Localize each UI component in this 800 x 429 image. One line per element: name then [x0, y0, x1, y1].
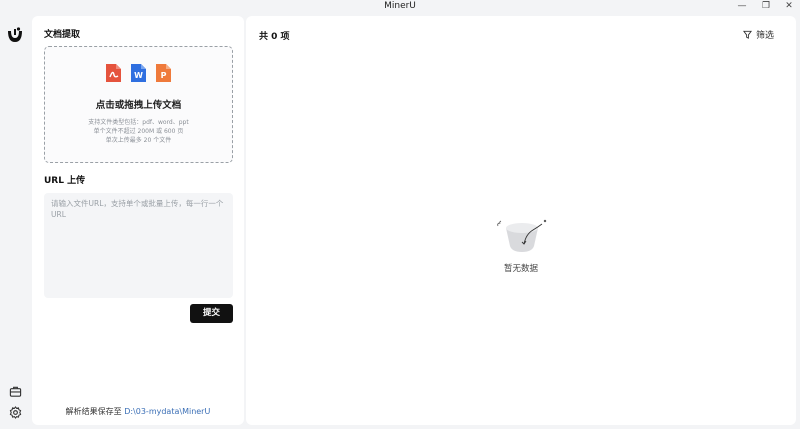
doc-extract-title: 文档提取 [44, 30, 81, 40]
close-button[interactable]: ✕ [778, 0, 800, 12]
url-upload-title: URL 上传 [44, 176, 86, 186]
save-path-line: 解析结果保存至 D:\03-mydata\MinerU [32, 406, 244, 417]
dropzone-hint-count: 单次上传最多 20 个文件 [105, 137, 172, 144]
word-file-icon: W [131, 64, 146, 82]
dropzone-hint-types: 支持文件类型包括：pdf、word、ppt [88, 119, 189, 126]
results-panel: 共 0 项 筛选 暂无数据 [246, 16, 796, 425]
save-path-label: 解析结果保存至 [65, 407, 122, 416]
toolbox-icon[interactable] [9, 385, 22, 398]
filter-button[interactable]: 筛选 [742, 28, 774, 41]
filter-label: 筛选 [755, 31, 774, 41]
url-input[interactable]: 请输入文件URL，支持单个或批量上传，每一行一个URL [44, 193, 233, 298]
word-file-letter: W [134, 71, 143, 80]
empty-state-label: 暂无数据 [503, 264, 538, 274]
ppt-file-icon: P [156, 64, 171, 82]
gear-icon[interactable] [9, 406, 22, 419]
result-count: 共 0 项 [259, 32, 290, 42]
window-title: MinerU [384, 1, 416, 11]
ppt-file-letter: P [161, 71, 167, 80]
filter-icon [742, 30, 752, 39]
upload-dropzone[interactable]: W P 点击或拖拽上传文档 支持文件类型包括：pdf、word、ppt 单个文件… [44, 46, 233, 163]
upload-panel: 文档提取 W P 点击或拖拽上传文档 支持文件类型包括：pdf、word、ppt… [32, 16, 244, 425]
dropzone-main-text: 点击或拖拽上传文档 [95, 100, 182, 111]
dropzone-hint-size: 单个文件不超过 200M 或 600 页 [93, 128, 184, 135]
restore-button[interactable]: ❐ [755, 0, 777, 12]
submit-button[interactable]: 提交 [190, 304, 233, 323]
empty-state: 暂无数据 [486, 216, 556, 274]
empty-state-icon [497, 219, 547, 252]
pdf-file-icon [106, 64, 121, 82]
left-rail [0, 14, 32, 429]
save-path-link[interactable]: D:\03-mydata\MinerU [124, 407, 210, 416]
file-type-icons: W P [45, 63, 232, 85]
title-bar: MinerU — ❐ ✕ [0, 0, 800, 14]
minimize-button[interactable]: — [731, 0, 753, 12]
mineru-logo-icon[interactable] [6, 26, 24, 44]
